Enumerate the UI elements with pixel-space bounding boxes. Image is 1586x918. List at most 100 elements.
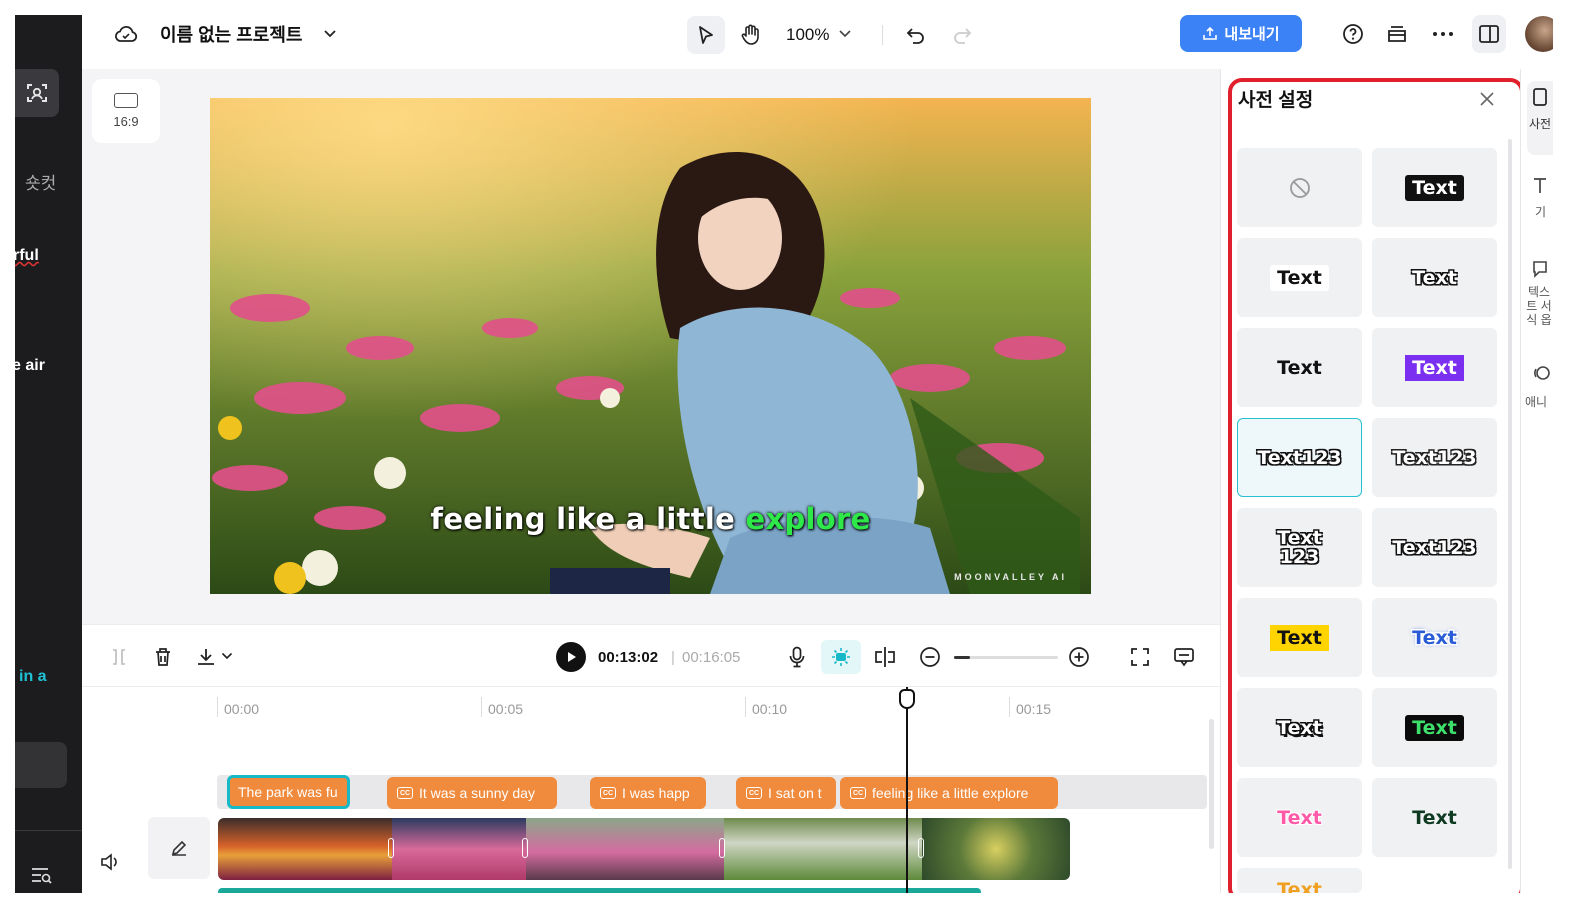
clip-transition[interactable] [522,838,528,858]
preset-tile[interactable]: Text [1237,238,1362,317]
video-clip[interactable] [526,818,724,880]
zoom-out-icon [920,647,940,667]
more-button[interactable] [1431,22,1455,46]
aspect-ratio-button[interactable]: 16:9 [92,79,160,143]
preset-tile[interactable]: Text [1237,328,1362,407]
preset-tile[interactable]: Text [1372,598,1497,677]
panel-scrollbar[interactable] [1508,139,1512,869]
timeline: 00:00 00:05 00:10 00:15 The park was fu … [82,686,1220,893]
transcript-item[interactable] [15,742,67,788]
preset-tile[interactable]: Text [1372,688,1497,767]
caption-icon: CC [600,787,616,799]
preset-tile[interactable]: Text [1237,598,1362,677]
tab-label: 애니 [1525,395,1548,409]
trim-button[interactable] [108,646,130,668]
auto-caption-button[interactable] [821,640,861,674]
playhead-handle[interactable] [899,689,915,709]
help-button[interactable] [1341,22,1365,46]
select-tool-button[interactable] [687,16,725,54]
caption-clip[interactable]: CC I sat on t [736,777,836,809]
preset-tile[interactable]: Text [1372,148,1497,227]
list-search-icon[interactable] [31,867,53,885]
tab-label: 기 [1535,205,1547,219]
caption-clip[interactable]: CC feeling like a little explore [840,777,1058,809]
play-button[interactable] [556,642,586,672]
zoom-in-button[interactable] [1067,645,1091,669]
preset-tile[interactable]: Text123 [1372,418,1497,497]
caption-clip[interactable]: CC It was a sunny day [387,777,557,809]
video-clip[interactable] [392,818,526,880]
hand-icon [741,24,759,45]
preset-none[interactable] [1237,148,1362,227]
playhead[interactable] [906,687,908,893]
undo-button[interactable] [904,23,928,47]
preset-tile[interactable]: Text [1237,868,1362,893]
cloud-sync-button[interactable] [114,22,138,46]
preset-sample: Text [1412,626,1457,649]
face-scan-icon [27,84,47,102]
preset-tile[interactable]: Text [1237,778,1362,857]
audio-track[interactable] [218,888,981,893]
tab-animation[interactable]: 애니 [1525,361,1553,421]
download-menu-button[interactable] [220,649,234,663]
clip-transition[interactable] [918,838,924,858]
download-button[interactable] [194,646,218,668]
preset-tile[interactable]: Text123 [1372,508,1497,587]
zoom-level[interactable]: 100% [786,23,829,47]
close-icon [1480,92,1494,106]
tab-presets[interactable]: 사전 [1527,81,1553,155]
preset-tile-selected[interactable]: Text123 [1237,418,1362,497]
preset-tile[interactable]: Text 123 [1237,508,1362,587]
tab-text[interactable]: 기 [1529,173,1553,233]
video-clip[interactable] [724,818,922,880]
close-button[interactable] [1477,89,1497,109]
clip-transition[interactable] [388,838,394,858]
preset-sample: Text 123 [1277,526,1322,568]
toggle-panel-button[interactable] [1472,15,1506,53]
preset-tile[interactable]: Text [1237,688,1362,767]
caption-clip[interactable]: The park was fu [227,775,350,809]
ruler-label: 00:05 [481,697,523,717]
zoom-menu-button[interactable] [836,25,854,43]
divider [882,25,883,45]
microphone-button[interactable] [785,645,809,669]
smart-tool-button[interactable] [15,69,59,117]
shortcut-label[interactable]: 숏컷 [25,169,56,194]
zoom-out-button[interactable] [918,645,942,669]
volume-icon[interactable] [100,853,120,871]
video-preview[interactable]: feeling like a little explore MOONVALLEY… [210,98,1091,594]
fullscreen-button[interactable] [1128,645,1152,669]
video-clip[interactable] [218,818,392,880]
preset-tile[interactable]: Text [1372,328,1497,407]
animation-icon [1534,366,1550,380]
caption-clip-text: I was happ [622,785,690,801]
caption-track [217,775,1207,809]
zoom-slider[interactable] [954,656,1058,659]
layers-button[interactable] [1385,22,1409,46]
project-menu-button[interactable] [320,24,340,44]
caption-clip[interactable]: CC I was happ [590,777,706,809]
upload-icon [1203,26,1218,40]
clip-transition[interactable] [719,838,725,858]
avatar[interactable] [1525,16,1553,52]
video-clip[interactable] [922,818,1070,880]
redo-button[interactable] [950,23,974,47]
delete-button[interactable] [152,646,174,668]
video-track[interactable] [218,818,1070,880]
preset-tile[interactable]: Text [1372,238,1497,317]
project-title[interactable]: 이름 없는 프로젝트 [160,22,302,46]
video-caption[interactable]: feeling like a little explore [210,502,1091,536]
timeline-scrollbar[interactable] [1209,719,1214,849]
cloud-icon [115,26,138,42]
top-bar: 이름 없는 프로젝트 100% 내보내기 [82,15,1553,69]
edit-cover-button[interactable] [148,817,210,879]
hand-tool-button[interactable] [732,16,770,54]
preset-tile[interactable]: Text [1372,778,1497,857]
feedback-button[interactable] [1172,645,1196,669]
tab-text-format[interactable]: 텍스트 서식 옵 [1525,257,1553,337]
export-button[interactable]: 내보내기 [1180,15,1302,52]
preset-sample: Text [1270,264,1329,291]
preset-sample: Text123 [1392,536,1477,559]
split-button[interactable] [873,645,897,669]
playback-controls: 00:13:02 | 00:16:05 [82,624,1220,686]
